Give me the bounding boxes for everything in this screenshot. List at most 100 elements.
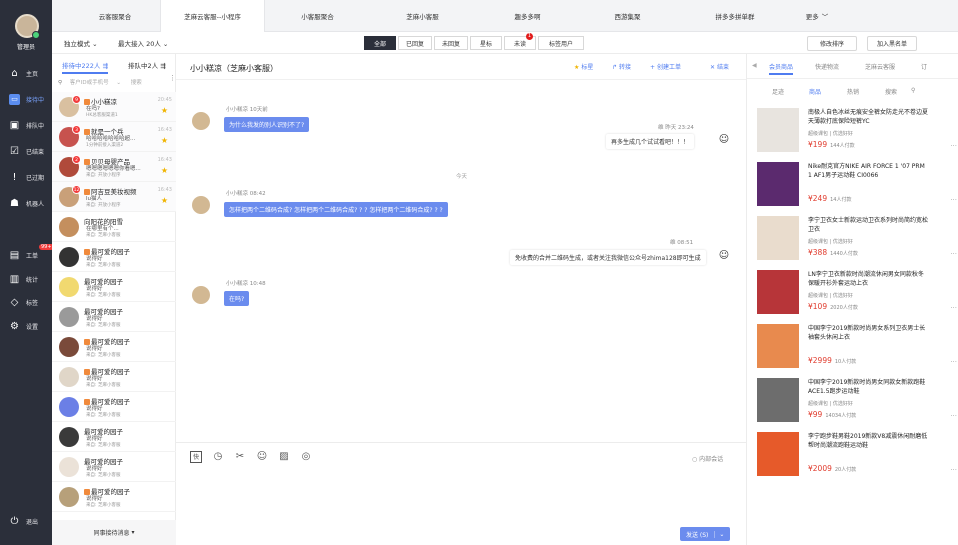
quick-reply-icon[interactable]: 快 [190,451,202,463]
subtab-search[interactable]: 搜索 [885,87,897,96]
date-separator: 今天 [456,174,468,180]
end-action[interactable]: ✕ 结束 [710,62,729,71]
filter-replied[interactable]: 已回复 [398,36,432,50]
star-icon[interactable]: ★ [161,196,168,205]
product-card[interactable]: LN李宁卫衣新款时尚潮流休闲男女同款秋冬保暖开衫外套运动上衣 超级课包 | 优选好… [757,270,957,328]
subtab-footprint[interactable]: 足迹 [772,87,784,96]
product-price: ¥2009 [808,464,832,473]
product-title: 李宁跑步鞋男鞋2019新款V8减震休闲耐磨低帮时尚潮流跑鞋运动鞋 [808,433,928,449]
more-icon[interactable]: ⋮ [169,74,176,82]
product-card[interactable]: 中国李宁2019新款时尚男女同款女新款跑鞋ACE1.5跑步运动鞋 超级课包 | 优… [757,378,957,436]
filter-starred[interactable]: 星标 [470,36,502,50]
star-icon[interactable]: ★ [161,166,168,175]
filter-unreplied[interactable]: 未回复 [434,36,468,50]
conversation-item[interactable]: 最可爱的园子 说得好 来自: 芝麻小客服 [52,302,176,332]
settings-icon: ⚙ [10,320,19,332]
conversation-source: 来自: 开放小程序 [86,203,121,208]
star-icon[interactable]: ★ [161,136,168,145]
max-receive-select[interactable]: 最大接入 20人 ⌄ [118,38,168,48]
conversation-item[interactable]: 最可爱的园子 说得好 来自: 芝麻小客服 [52,452,176,482]
rail-item-ticket[interactable]: ▤ 工单 99+ [0,244,54,266]
filter-tagged-users[interactable]: 标签用户 [538,36,584,50]
rtab-order[interactable]: 订 [921,62,927,71]
more-icon[interactable]: ··· [950,466,957,474]
star-icon[interactable]: ★ [161,106,168,115]
conversation-item[interactable]: 最可爱的园子 说得好 来自: 芝麻小客服 [52,332,176,362]
blacklist-button[interactable]: 加入黑名单 [867,36,917,51]
more-icon[interactable]: ··· [950,250,957,258]
product-card[interactable]: Nike耐克官方NIKE AIR FORCE 1 '07 PRM 1 AF1男子… [757,162,957,220]
star-action[interactable]: ★ 标星 [574,62,593,71]
image-icon[interactable]: ▨ [278,451,290,463]
conversation-source: 来自: 芝麻小客服 [86,353,121,358]
rtab-member-products[interactable]: 会员商品 [769,62,794,75]
conversation-item[interactable]: 向阳花的阳雪 在哪里有个... 来自: 芝麻小客服 [52,212,176,242]
conversation-last-message: 在吗? [86,106,100,112]
subtab-hot[interactable]: 热销 [847,87,859,96]
search-icon[interactable]: ⚲ [911,87,915,94]
forward-action[interactable]: ↱ 转接 [612,62,631,71]
search-type-select[interactable]: ⌄ [116,80,121,86]
product-card[interactable]: 南极人自色冰丝无痕安全裤女防走光不卷边夏天薄款打底保险短裤YC 超级课包 | 优选… [757,108,957,166]
rail-item-expired[interactable]: ! 已过期 [0,166,52,188]
filter-unread[interactable]: 未读 1 [504,33,536,50]
conversation-item[interactable]: 12 阿吉豆美妆视频 lu猫人 来自: 开放小程序 16:43 ★ [52,182,176,212]
chevron-down-icon[interactable]: ⌄ [714,530,724,538]
tab-2[interactable]: 小客服聚合 [265,0,370,32]
more-icon[interactable]: ··· [950,412,957,420]
rail-item-settings[interactable]: ⚙ 设置 [0,315,52,337]
search-button[interactable]: 搜索 [131,80,142,86]
product-card[interactable]: 李宁卫衣女士新款运动卫衣系列时尚简约宽松卫衣 超级课包 | 优选好好 ¥388 144… [757,216,957,274]
conversation-item[interactable]: 最可爱的园子 说得好 来自: 芝麻小客服 [52,242,176,272]
collapse-icon[interactable]: ◀ [752,62,757,69]
tab-receiving[interactable]: 排待中222人 ⇶ [62,60,108,74]
send-button[interactable]: 发送 (S) ⌄ [680,527,731,541]
product-card[interactable]: 李宁跑步鞋男鞋2019新款V8减震休闲耐磨低帮时尚潮流跑鞋运动鞋 ¥2009 20人… [757,432,957,490]
more-icon[interactable]: ··· [950,142,957,150]
reorder-button[interactable]: 修改排序 [807,36,857,51]
tab-6[interactable]: 拼多多拼单群 [675,0,795,32]
emoji-icon[interactable]: ☺ [256,451,268,463]
product-image [757,378,799,422]
more-icon[interactable]: ··· [950,196,957,204]
rail-item-ended[interactable]: ☑ 已结束 [0,140,52,162]
rail-item-tags[interactable]: ◇ 标签 [0,291,52,313]
conversation-item[interactable]: 2 贝贝母婴产品 嗯嗯嗯嗯嗯嗯你看嗯... 来自: 开放小程序 16:43 ★ [52,152,176,182]
tab-0[interactable]: 云客服聚合 [70,0,160,32]
rail-item-receiving[interactable]: ▭ 接待中 [0,88,52,110]
tab-more[interactable]: 更多 ﹀ [792,0,842,32]
conversation-last-message: 说得好 [86,256,103,262]
colleague-messages-toggle[interactable]: 同事接待消息 ▾ [52,520,176,545]
tab-3[interactable]: 芝麻小客服 [370,0,475,32]
conversation-item[interactable]: 最可爱的园子 说得好 来自: 芝麻小客服 [52,482,176,512]
tab-5[interactable]: 西游集聚 [580,0,675,32]
product-card[interactable]: 中国李宁2019新款时尚男女系列卫衣男士长袖套头休闲上衣 ¥2999 10人付款 ··… [757,324,957,382]
rtab-zhima[interactable]: 芝麻云客服 [865,62,895,71]
rail-item-stats[interactable]: ▥ 统计 [0,268,52,290]
search-input[interactable]: 客户ID或手机号 [70,80,109,86]
chat-bubble-icon[interactable]: ◎ [300,451,312,463]
rail-item-queue[interactable]: ▣ 排队中 [0,114,52,136]
conversation-item[interactable]: 最可爱的园子 说得好 来自: 芝麻小客服 [52,362,176,392]
rtab-logistics[interactable]: 快递物流 [815,62,839,71]
internal-chat-toggle[interactable]: ○ 内部会话 [692,454,723,463]
conversation-item[interactable]: 最可爱的园子 说得好 来自: 芝麻小客服 [52,392,176,422]
create-ticket-action[interactable]: + 创建工单 [650,62,681,71]
clock-icon[interactable]: ◷ [212,451,224,463]
tab-4[interactable]: 趣多多啊 [475,0,580,32]
conversation-item[interactable]: 3 就是一个兵 哈哈哈哈哈哈哈超... 1分钟前接入渠道2 16:43 ★ [52,122,176,152]
tab-1[interactable]: 芝麻云客服--小程序 [160,0,265,32]
tab-queue[interactable]: 排队中2人 ⇶ [128,60,166,70]
conversation-item[interactable]: 9 小小糕凉 在吗? HK总客服渠道1 20:45 ★ [52,92,176,122]
subtab-products[interactable]: 商品 [809,87,821,96]
rail-item-robot[interactable]: ☗ 机器人 [0,192,52,214]
rail-item-home[interactable]: ⌂ 主页 [0,62,52,84]
mode-select[interactable]: 独立模式 ⌄ [64,38,98,48]
conversation-item[interactable]: 最可爱的园子 说得好 来自: 芝麻小客服 [52,422,176,452]
filter-all[interactable]: 全部 [364,36,396,50]
conversation-item[interactable]: 最可爱的园子 说得好 来自: 芝麻小客服 [52,272,176,302]
more-icon[interactable]: ··· [950,304,957,312]
more-icon[interactable]: ··· [950,358,957,366]
rail-logout[interactable]: ⏻ 退出 [0,510,52,532]
scissors-icon[interactable]: ✂ [234,451,246,463]
